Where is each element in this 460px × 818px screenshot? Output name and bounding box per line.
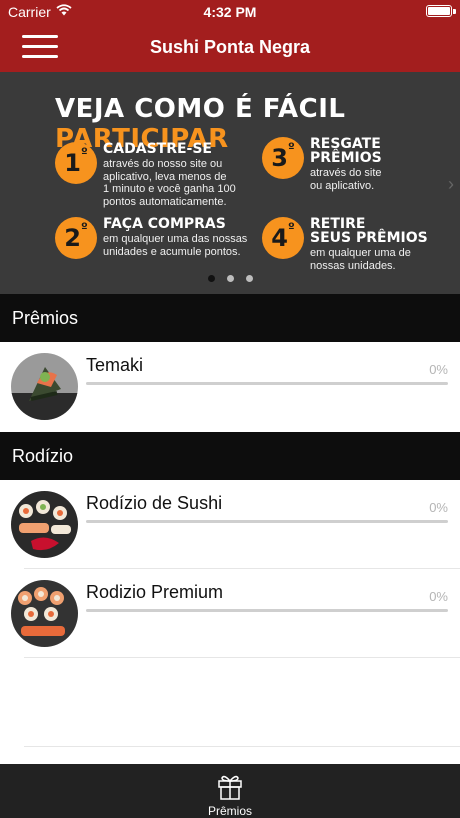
list-item-rodizio-premium[interactable]: Rodizio Premium 0%: [0, 569, 460, 658]
rodizio-de-sushi-thumbnail: [11, 491, 78, 558]
row-divider: [24, 746, 460, 747]
step-2: 2º FAÇA COMPRAS em qualquer uma das noss…: [55, 217, 255, 267]
nav-title: Sushi Ponta Negra: [149, 37, 311, 57]
tab-bar: Prêmios: [0, 764, 460, 818]
progress-bar: [86, 382, 448, 385]
step-4: 4º RETIRE SEUS PRÊMIOS em qualquer uma d…: [262, 217, 460, 277]
progress-percent: 0%: [429, 362, 448, 377]
step-4-number-badge: 4º: [262, 217, 304, 259]
battery-icon: [426, 5, 452, 17]
step-2-title: FAÇA COMPRAS: [103, 216, 226, 232]
rodizio-premium-thumbnail: [11, 580, 78, 647]
step-2-number-badge: 2º: [55, 217, 97, 259]
item-name: Rodizio Premium: [86, 582, 224, 602]
step-4-title: RETIRE SEUS PRÊMIOS: [310, 216, 428, 246]
step-1-number-badge: 1º: [55, 142, 97, 184]
carousel-dot-2[interactable]: [226, 275, 234, 282]
carousel-dot-3[interactable]: [245, 275, 253, 282]
banner-headline-text: VEJA COMO É FÁCIL: [55, 94, 346, 124]
section-header-premios: Prêmios: [0, 294, 460, 342]
list-item-temaki[interactable]: Temaki 0%: [0, 342, 460, 431]
temaki-thumbnail: [11, 353, 78, 420]
tab-label: Prêmios: [207, 804, 252, 818]
empty-list-row: [0, 658, 460, 747]
battery-tip: [453, 9, 456, 14]
progress-percent: 0%: [429, 589, 448, 604]
chevron-right-icon[interactable]: ›: [448, 174, 454, 195]
progress-bar: [86, 609, 448, 612]
step-1-title: CADASTRE-SE: [103, 141, 212, 157]
item-name: Temaki: [86, 355, 144, 375]
status-time: 4:32 PM: [203, 4, 257, 20]
step-1-description: através do nosso site ou aplicativo, lev…: [103, 158, 236, 208]
carousel-dot-1[interactable]: [207, 275, 215, 282]
carousel-page-indicator: [0, 269, 460, 287]
section-header-rodizio: Rodízio: [0, 432, 460, 480]
step-3-number-badge: 3º: [262, 137, 304, 179]
step-3-title: RESGATE PRÊMIOS: [310, 136, 382, 166]
step-3-description: através do site ou aplicativo.: [310, 167, 382, 192]
step-2-description: em qualquer uma das nossas unidades e ac…: [103, 233, 248, 258]
promo-banner-carousel[interactable]: VEJA COMO É FÁCIL PARTICIPAR 1º CADASTRE…: [0, 72, 460, 294]
step-1: 1º CADASTRE-SE através do nosso site ou …: [55, 142, 255, 212]
step-3: 3º RESGATE PRÊMIOS através do site ou ap…: [262, 137, 460, 197]
tab-premios[interactable]: Prêmios: [190, 764, 270, 818]
progress-bar: [86, 520, 448, 523]
list-item-rodizio-de-sushi[interactable]: Rodízio de Sushi 0%: [0, 480, 460, 569]
app-header: Carrier 4:32 PM Sushi Ponta Negra: [0, 0, 460, 72]
item-name: Rodízio de Sushi: [86, 493, 223, 513]
gift-icon: [218, 775, 242, 800]
progress-percent: 0%: [429, 500, 448, 515]
status-bar: Carrier 4:32 PM: [0, 0, 460, 24]
